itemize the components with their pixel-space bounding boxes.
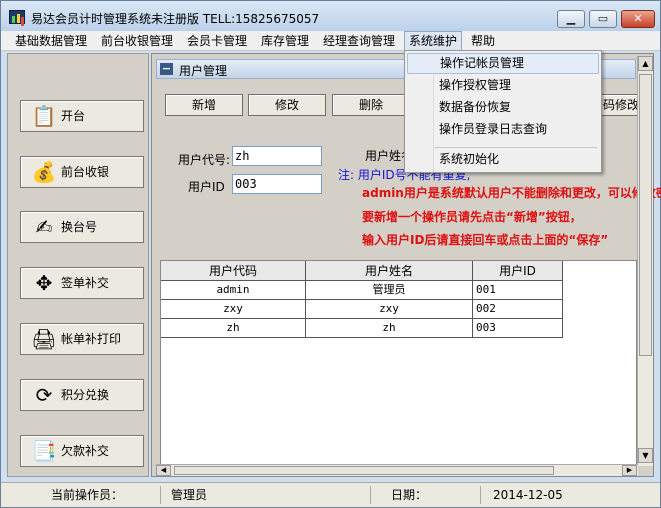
table-cell[interactable]: 001: [473, 281, 563, 300]
scroll-up-arrow-icon[interactable]: ▲: [638, 56, 653, 71]
table-cell[interactable]: zxy: [306, 300, 473, 319]
date-value: 2014-12-05: [493, 488, 563, 502]
menu-basic-data[interactable]: 基础数据管理: [11, 31, 91, 51]
column-header-user-id[interactable]: 用户ID: [473, 261, 563, 281]
sidebar-button-label: 帐单补打印: [61, 332, 122, 346]
scroll-right-arrow-icon[interactable]: ▶: [622, 465, 637, 476]
panel-title: 用户管理: [179, 64, 228, 78]
operator-value: 管理员: [171, 486, 371, 504]
menu-member-card[interactable]: 会员卡管理: [183, 31, 251, 51]
warning-add: 要新增一个操作员请先点击“新增”按钮，: [362, 210, 582, 224]
sign-icon: ✥: [35, 271, 53, 295]
menu-item-data-backup[interactable]: 数据备份恢复: [407, 97, 599, 118]
sidebar-button-label: 换台号: [61, 220, 98, 234]
register-icon: 📋: [31, 104, 57, 128]
vertical-scrollbar[interactable]: ▲ ▼: [637, 56, 653, 466]
scroll-thumb[interactable]: [174, 466, 554, 475]
menu-item-operator-accounts[interactable]: 操作记帐员管理: [407, 53, 599, 74]
warning-admin: admin用户是系统默认用户不能删除和更改，可以修改密码: [362, 186, 661, 200]
exchange-icon: ⟳: [35, 383, 53, 407]
printer-icon: 🖨: [31, 327, 57, 351]
menu-item-system-init[interactable]: 系统初始化: [407, 149, 599, 170]
user-id-field[interactable]: 003: [232, 174, 322, 194]
warning-save: 输入用户ID后请直接回车或点击上面的“保存”: [362, 233, 609, 247]
sidebar-button-label: 签单补交: [61, 276, 110, 290]
collapse-icon[interactable]: −: [160, 63, 173, 75]
menu-item-operator-authorization[interactable]: 操作授权管理: [407, 75, 599, 96]
sidebar-button-debt-payment[interactable]: 📑 欠款补交: [20, 435, 144, 467]
menu-separator: [435, 147, 597, 148]
title-bar: 易达会员计时管理系统未注册版 TELL:15825675057 ▁ ▭ ✕: [1, 1, 660, 31]
scroll-left-arrow-icon[interactable]: ◀: [156, 465, 171, 476]
debt-icon: 📑: [31, 439, 57, 463]
column-header-user-code[interactable]: 用户代码: [161, 261, 306, 281]
table-cell[interactable]: 002: [473, 300, 563, 319]
system-maintenance-menu: 操作记帐员管理 操作授权管理 数据备份恢复 操作员登录日志查询 系统初始化: [404, 50, 602, 173]
horizontal-scrollbar[interactable]: ◀ ▶: [156, 464, 638, 476]
close-button[interactable]: ✕: [621, 10, 655, 28]
sidebar-button-sign-payment[interactable]: ✥ 签单补交: [20, 267, 144, 299]
menu-bar: 基础数据管理 前台收银管理 会员卡管理 库存管理 经理查询管理 系统维护 帮助: [1, 31, 660, 51]
scroll-thumb[interactable]: [639, 74, 652, 356]
user-table: 用户代码 用户姓名 用户ID admin 管理员 001 zxy zxy 002…: [160, 260, 637, 468]
menu-inventory[interactable]: 库存管理: [257, 31, 313, 51]
table-cell[interactable]: zxy: [161, 300, 306, 319]
sidebar-button-reprint-bill[interactable]: 🖨 帐单补打印: [20, 323, 144, 355]
delete-button[interactable]: 删除: [332, 94, 410, 116]
user-id-label: 用户ID: [188, 180, 225, 194]
menu-manager-query[interactable]: 经理查询管理: [319, 31, 399, 51]
scroll-down-arrow-icon[interactable]: ▼: [638, 448, 653, 463]
column-header-user-name[interactable]: 用户姓名: [306, 261, 473, 281]
sidebar-button-label: 积分兑换: [61, 388, 110, 402]
status-bar: 当前操作员： 管理员 日期： 2014-12-05: [1, 482, 660, 507]
add-button[interactable]: 新增: [165, 94, 243, 116]
sidebar-button-label: 开台: [61, 109, 86, 123]
sidebar-button-label: 前台收银: [61, 165, 110, 179]
money-bag-icon: 💰: [31, 160, 57, 184]
menu-system-maintenance[interactable]: 系统维护: [404, 31, 463, 51]
sidebar-button-cashier[interactable]: 💰 前台收银: [20, 156, 144, 188]
user-code-label: 用户代号:: [178, 153, 231, 167]
menu-front-cashier[interactable]: 前台收银管理: [97, 31, 177, 51]
sidebar: 📋 开台 💰 前台收银 ✍ 换台号 ✥ 签单补交 🖨 帐单补打印 ⟳ 积分兑换 …: [7, 53, 149, 477]
minimize-button[interactable]: ▁: [557, 10, 585, 28]
user-code-field[interactable]: zh: [232, 146, 322, 166]
date-label: 日期：: [391, 486, 481, 504]
sidebar-button-change-table[interactable]: ✍ 换台号: [20, 211, 144, 243]
operator-label: 当前操作员：: [51, 486, 161, 504]
table-cell[interactable]: 003: [473, 319, 563, 338]
sidebar-button-points-exchange[interactable]: ⟳ 积分兑换: [20, 379, 144, 411]
table-cell[interactable]: zh: [306, 319, 473, 338]
sidebar-button-label: 欠款补交: [61, 444, 110, 458]
window-title: 易达会员计时管理系统未注册版 TELL:15825675057: [31, 12, 320, 26]
table-cell[interactable]: zh: [161, 319, 306, 338]
maximize-button[interactable]: ▭: [589, 10, 617, 28]
table-cell[interactable]: 管理员: [306, 281, 473, 300]
swap-icon: ✍: [35, 215, 53, 239]
edit-button[interactable]: 修改: [248, 94, 326, 116]
table-cell[interactable]: admin: [161, 281, 306, 300]
menu-help[interactable]: 帮助: [467, 31, 499, 51]
menu-item-login-log[interactable]: 操作员登录日志查询: [407, 119, 599, 140]
app-logo-icon: [9, 10, 25, 24]
app-window: 易达会员计时管理系统未注册版 TELL:15825675057 ▁ ▭ ✕ 基础…: [0, 0, 661, 508]
sidebar-button-open-table[interactable]: 📋 开台: [20, 100, 144, 132]
